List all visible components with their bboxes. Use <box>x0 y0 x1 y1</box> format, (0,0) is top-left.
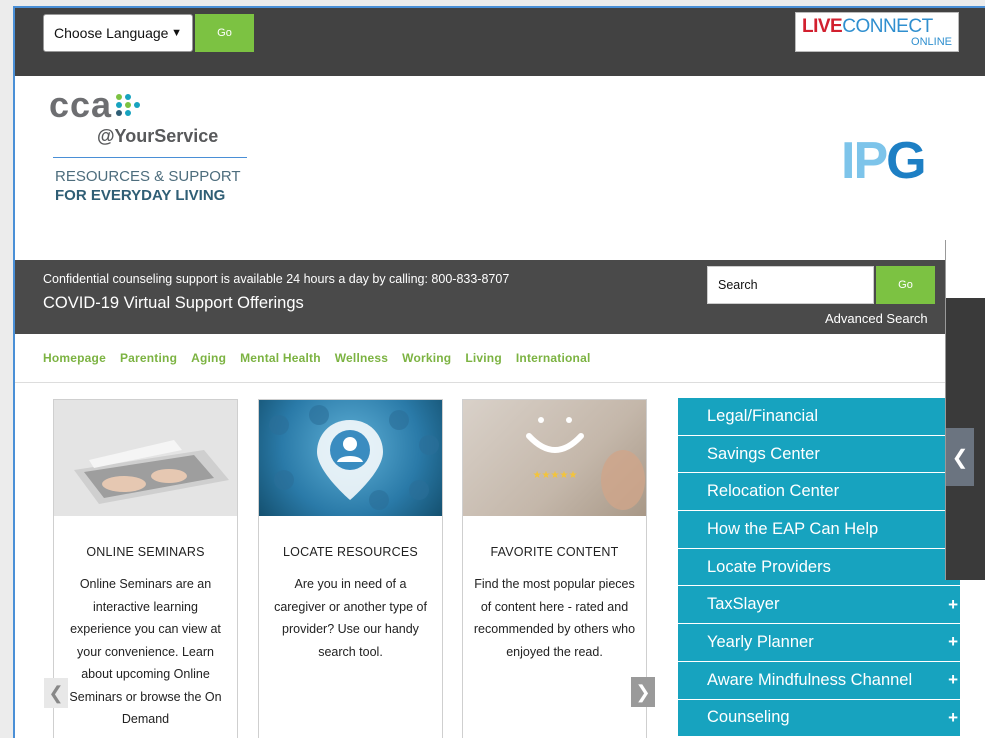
side-panel-header <box>946 240 985 298</box>
liveconnect-online-text: ONLINE <box>911 35 952 48</box>
menu-item-savings-center[interactable]: Savings Center+ <box>678 435 960 474</box>
liveconnect-live-text: LIVE <box>802 15 843 37</box>
cca-wordmark: cca <box>49 84 113 125</box>
menu-item-label: Savings Center <box>707 444 820 463</box>
page-frame: Choose Language ▼ Go LIVECONNECT ONLINE … <box>13 6 985 738</box>
cca-dots-icon <box>116 94 141 116</box>
card-locate-resources[interactable]: LOCATE RESOURCES Are you in need of a ca… <box>258 399 443 738</box>
search-go-button[interactable]: Go <box>876 266 935 304</box>
ipg-letter-i: I <box>841 132 856 190</box>
menu-item-relocation-center[interactable]: Relocation Center+ <box>678 473 960 512</box>
people-network-image <box>259 400 442 516</box>
resource-menu: Legal/Financial+ Savings Center+ Relocat… <box>678 398 960 738</box>
nav-item-wellness[interactable]: Wellness <box>335 351 388 365</box>
menu-item-aware-mindfulness[interactable]: Aware Mindfulness Channel + <box>678 661 960 700</box>
cca-logo[interactable]: cca @YourService RESOURCES & SUPPORT FOR… <box>49 84 249 204</box>
logo-divider <box>53 157 247 158</box>
svg-text:★★★★★: ★★★★★ <box>533 470 578 481</box>
tagline-line2: FOR EVERYDAY LIVING <box>55 187 226 204</box>
card-body: Online Seminars are an interactive learn… <box>69 577 222 726</box>
card-favorite-content[interactable]: ★★★★★ FAVORITE CONTENT Find the most pop… <box>462 399 647 738</box>
plus-icon: + <box>948 594 958 614</box>
plus-icon: + <box>948 670 958 690</box>
menu-item-label: Legal/Financial <box>707 406 818 425</box>
smiley-rating-image: ★★★★★ <box>463 400 646 516</box>
nav-item-parenting[interactable]: Parenting <box>120 351 177 365</box>
chevron-down-icon: ▼ <box>171 27 182 39</box>
language-go-button[interactable]: Go <box>195 14 254 52</box>
menu-item-label: Aware Mindfulness Channel <box>707 670 913 689</box>
liveconnect-connect-text: CONNECT <box>842 15 933 37</box>
tagline-line1: RESOURCES & SUPPORT <box>55 168 241 185</box>
ipg-logo: IPG <box>841 132 927 190</box>
card-online-seminars[interactable]: ONLINE SEMINARS Online Seminars are an i… <box>53 399 238 738</box>
main-nav: Homepage Parenting Aging Mental Health W… <box>43 351 590 365</box>
ipg-letter-g: G <box>886 132 926 190</box>
carousel-next-button[interactable]: ❯ <box>631 677 655 707</box>
menu-item-how-eap-can-help[interactable]: How the EAP Can Help+ <box>678 511 960 549</box>
ipg-letter-p: P <box>853 132 888 190</box>
menu-item-label: Counseling <box>707 708 790 727</box>
card-title: ONLINE SEMINARS <box>86 545 205 559</box>
side-overlay-panel: ❮ <box>945 240 985 580</box>
menu-item-yearly-planner[interactable]: Yearly Planner + <box>678 624 960 662</box>
nav-item-aging[interactable]: Aging <box>191 351 226 365</box>
advanced-search-link[interactable]: Advanced Search <box>825 311 928 326</box>
menu-item-taxslayer[interactable]: TaxSlayer + <box>678 586 960 625</box>
card-title: FAVORITE CONTENT <box>490 545 619 559</box>
covid-support-link[interactable]: COVID-19 Virtual Support Offerings <box>43 294 304 313</box>
card-body: Find the most popular pieces of content … <box>473 577 636 659</box>
menu-item-label: Locate Providers <box>707 557 831 576</box>
nav-item-homepage[interactable]: Homepage <box>43 351 106 365</box>
laptop-image <box>54 400 237 516</box>
language-select[interactable]: Choose Language ▼ <box>43 14 193 52</box>
plus-icon: + <box>948 707 958 727</box>
your-service-text: @YourService <box>97 126 219 146</box>
side-panel-toggle[interactable]: ❮ <box>946 428 974 486</box>
chevron-left-icon: ❮ <box>48 682 64 703</box>
menu-item-legal-financial[interactable]: Legal/Financial+ <box>678 398 960 436</box>
chevron-left-icon: ❮ <box>951 446 969 469</box>
menu-item-label: Relocation Center <box>707 482 840 501</box>
carousel-prev-button[interactable]: ❮ <box>44 678 68 708</box>
liveconnect-logo[interactable]: LIVECONNECT ONLINE <box>795 12 959 52</box>
menu-item-label: Yearly Planner <box>707 632 814 651</box>
menu-item-counseling[interactable]: Counseling + <box>678 699 960 738</box>
nav-item-living[interactable]: Living <box>465 351 502 365</box>
plus-icon: + <box>948 632 958 652</box>
menu-item-label: How the EAP Can Help <box>707 519 879 538</box>
nav-item-mental-health[interactable]: Mental Health <box>240 351 321 365</box>
nav-divider <box>15 382 985 383</box>
language-select-value: Choose Language <box>54 25 169 41</box>
menu-item-label: TaxSlayer <box>707 595 780 614</box>
top-bar: Choose Language ▼ Go LIVECONNECT ONLINE <box>15 8 985 76</box>
chevron-right-icon: ❯ <box>635 681 651 702</box>
confidential-support-text: Confidential counseling support is avail… <box>43 272 510 286</box>
nav-item-international[interactable]: International <box>516 351 591 365</box>
card-body: Are you in need of a caregiver or anothe… <box>274 577 427 659</box>
card-title: LOCATE RESOURCES <box>283 545 418 559</box>
support-strip: Confidential counseling support is avail… <box>15 260 985 334</box>
nav-item-working[interactable]: Working <box>402 351 451 365</box>
search-input[interactable]: Search <box>707 266 874 304</box>
menu-item-locate-providers[interactable]: Locate Providers+ <box>678 548 960 587</box>
